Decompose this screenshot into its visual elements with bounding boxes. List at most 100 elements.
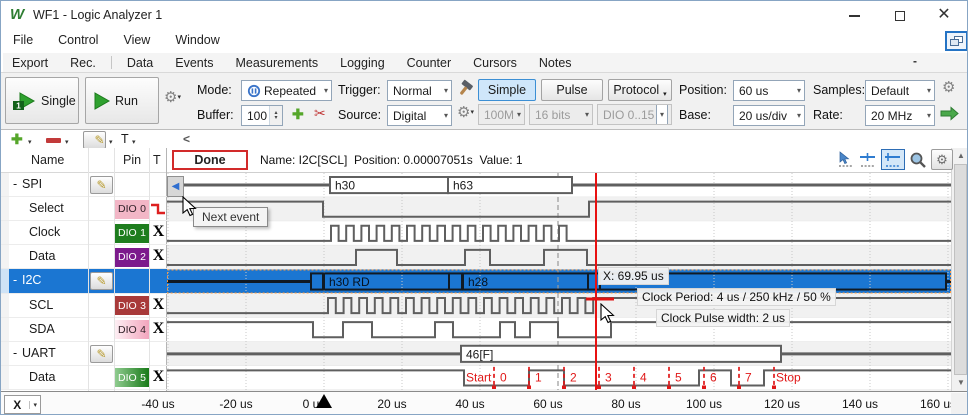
scroll-up-icon[interactable]: ▲ [952, 148, 968, 164]
float-window-button[interactable] [945, 31, 968, 51]
pin-badge: DIO0 [115, 200, 149, 219]
cut-scissors-icon[interactable]: ✂ [314, 105, 326, 122]
quick-measure-horizontal-icon[interactable] [859, 151, 877, 169]
buffer-spinner[interactable]: ▴▾ [269, 106, 282, 125]
axis-mode-button[interactable]: X ▾ [4, 395, 41, 414]
time-axis-bar: X ▾ -40 us-20 us0 us20 us40 us60 us80 us… [1, 391, 968, 415]
samples-select[interactable]: Default▾ [865, 80, 935, 101]
base-value: 20 us/div [739, 109, 787, 123]
export-arrow-icon[interactable] [939, 106, 960, 121]
grid-line [88, 148, 89, 391]
trigger-tab-simple[interactable]: Simple [478, 79, 536, 101]
channel-row-uart-group[interactable]: -UART✎ [1, 342, 167, 366]
tab-data[interactable]: Data [118, 55, 162, 71]
buffer-input[interactable]: 100 ▴▾ [241, 105, 283, 126]
tab-notes[interactable]: Notes [530, 55, 581, 71]
close-button[interactable]: ✕ [927, 1, 961, 29]
menu-view[interactable]: View [115, 31, 158, 51]
group-collapse-marker[interactable]: - [13, 177, 17, 191]
collapse-panel-icon[interactable]: < [183, 132, 190, 146]
source-gear-icon[interactable]: ⚙▾ [457, 106, 474, 120]
trigger-tab-protocol[interactable]: Protocol▾ [608, 79, 672, 101]
trigger-x-icon[interactable]: X [151, 320, 166, 338]
next-event-button[interactable]: ◀ [167, 176, 184, 197]
hammer-icon[interactable] [458, 78, 476, 98]
run-button-label: Run [115, 94, 138, 108]
channel-row-scl-5[interactable]: SCLDIO3X [1, 294, 167, 318]
trigger-x-icon[interactable]: X [151, 223, 166, 241]
zoom-magnifier-icon[interactable] [909, 151, 928, 170]
collapse-tabs-dash[interactable]: - [913, 54, 917, 68]
tab-logging[interactable]: Logging [331, 55, 394, 71]
menu-window[interactable]: Window [167, 31, 227, 51]
trigger-column-button[interactable]: T [121, 132, 129, 146]
trigger-position-marker[interactable] [316, 394, 332, 408]
tab-cursors[interactable]: Cursors [464, 55, 526, 71]
trigger-x-icon[interactable]: X [151, 368, 166, 386]
minimize-button[interactable] [837, 1, 871, 29]
mode-select[interactable]: Repeated▾ [241, 80, 332, 101]
add-channel-icon[interactable]: ✚ [11, 131, 23, 148]
maximize-button[interactable] [883, 1, 917, 29]
channel-row-sda-6[interactable]: SDADIO4X [1, 318, 167, 342]
title-bar: W WF1 - Logic Analyzer 1 ✕ [1, 1, 967, 29]
add-channel-caret-icon[interactable]: ▾ [28, 138, 32, 146]
channel-name-label: SCL [29, 298, 53, 312]
position-select[interactable]: 60 us▾ [733, 80, 805, 101]
bit-marker-tick [562, 385, 566, 389]
acquisition-gear-icon[interactable]: ⚙▾ [164, 91, 181, 105]
pointer-tool-icon[interactable] [837, 151, 855, 169]
trigger-falling-edge-icon[interactable] [150, 201, 166, 220]
trigger-column-caret-icon[interactable]: ▾ [132, 138, 136, 146]
channel-row-spi-group[interactable]: -SPI✎ [1, 173, 167, 197]
quick-measure-both-button[interactable] [881, 149, 905, 170]
waveform-plot[interactable]: h30h63h30 RDh2846[F]Start01234567Stop Do… [167, 148, 951, 391]
source-select[interactable]: Digital▾ [387, 105, 452, 126]
trigger-x-icon[interactable]: X [151, 247, 166, 265]
samples-gear-icon[interactable]: ⚙ [942, 81, 955, 95]
bit-label: 7 [745, 370, 752, 384]
edit-channels-button[interactable]: ✎ [83, 131, 106, 149]
edit-caret-icon[interactable]: ▾ [109, 138, 113, 146]
scrollbar-thumb[interactable] [954, 164, 967, 375]
menu-control[interactable]: Control [50, 31, 106, 51]
bit-label: 5 [675, 370, 682, 384]
channel-row-i2c-group[interactable]: -I2C✎ [1, 269, 167, 293]
pin-badge: DIO1 [115, 224, 149, 243]
channel-row-select-1[interactable]: SelectDIO0 [1, 197, 167, 221]
trigger-tab-pulse[interactable]: Pulse [541, 79, 603, 101]
tab-events[interactable]: Events [166, 55, 222, 71]
add-buffer-icon[interactable]: ✚ [292, 106, 304, 123]
group-collapse-marker[interactable]: - [13, 273, 17, 287]
tab-measurements[interactable]: Measurements [226, 55, 327, 71]
menu-file[interactable]: File [5, 31, 41, 51]
group-collapse-marker[interactable]: - [13, 346, 17, 360]
channel-row-data-8[interactable]: DataDIO5X [1, 366, 167, 390]
rate-select[interactable]: 20 MHz▾ [865, 105, 935, 126]
column-header-name: Name [31, 153, 64, 167]
trigger-x-icon[interactable]: X [151, 296, 166, 314]
menu-bar: File Control View Window [5, 31, 228, 51]
run-button[interactable]: Run [85, 77, 159, 124]
tab-rec[interactable]: Rec. [61, 55, 105, 71]
channel-row-clock-2[interactable]: ClockDIO1X [1, 221, 167, 245]
remove-channel-caret-icon[interactable]: ▾ [65, 138, 69, 146]
scroll-down-icon[interactable]: ▼ [952, 375, 968, 391]
plot-options-gear-button[interactable]: ⚙ [931, 149, 953, 170]
channel-row-data-3[interactable]: DataDIO2X [1, 245, 167, 269]
pin-badge: DIO4 [115, 320, 149, 339]
tab-counter[interactable]: Counter [398, 55, 460, 71]
edit-bus-button[interactable]: ✎ [90, 272, 113, 290]
vertical-scrollbar[interactable]: ▲ ▼ [951, 148, 968, 391]
tab-export[interactable]: Export [3, 55, 57, 71]
remove-channel-icon[interactable] [46, 138, 61, 143]
axis-tick-label: 120 us [752, 397, 812, 411]
x-cursor-label: X: 69.95 us [598, 267, 669, 285]
edit-bus-button[interactable]: ✎ [90, 345, 113, 363]
window-title: WF1 - Logic Analyzer 1 [33, 8, 162, 22]
single-button[interactable]: 1 Single [5, 77, 79, 124]
row-indicator [1, 366, 9, 389]
base-select[interactable]: 20 us/div▾ [733, 105, 805, 126]
edit-bus-button[interactable]: ✎ [90, 176, 113, 194]
trigger-select[interactable]: Normal▾ [387, 80, 452, 101]
